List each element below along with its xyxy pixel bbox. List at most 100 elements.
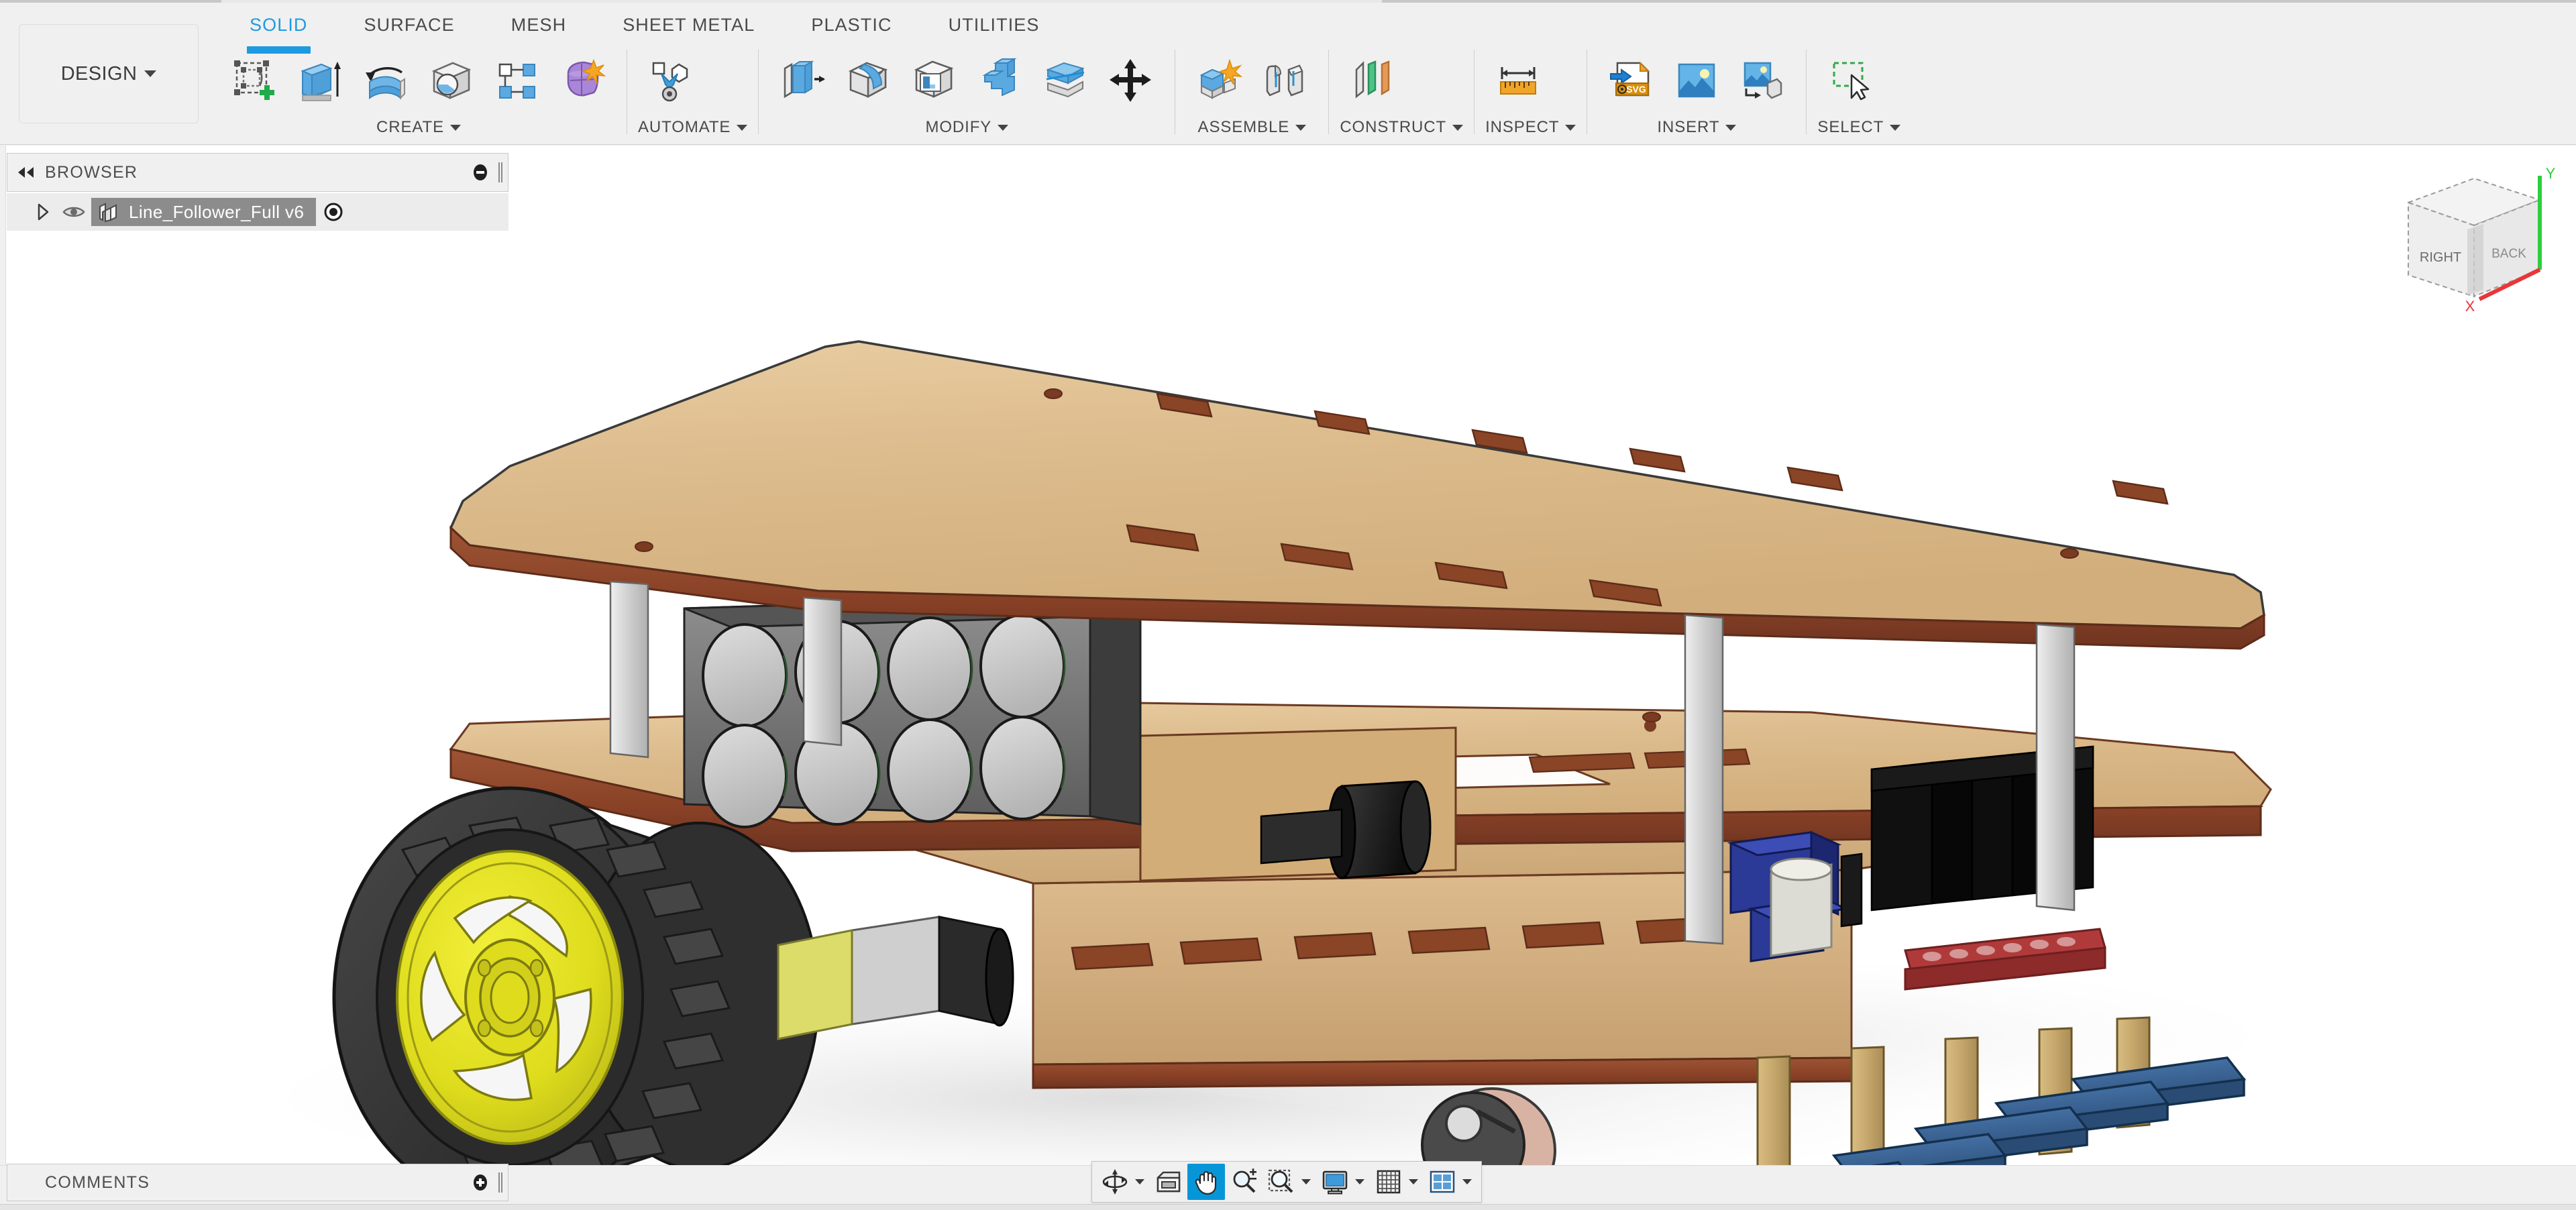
grid-snaps-icon <box>1377 1170 1401 1194</box>
create-sketch-button[interactable] <box>221 48 287 113</box>
create-form-button[interactable] <box>550 48 616 113</box>
pattern-icon <box>498 63 535 99</box>
zoom-window-button[interactable] <box>1263 1164 1300 1200</box>
revolve-icon <box>366 67 405 100</box>
decal-button[interactable] <box>1729 48 1795 113</box>
shell-icon <box>914 60 954 98</box>
automate-icon <box>652 62 688 102</box>
battery-pack <box>683 594 1142 828</box>
triangle-right-icon <box>38 203 49 221</box>
ribbon-tabs: SOLID SURFACE MESH SHEET METAL PLASTIC U… <box>221 4 1068 54</box>
toolbar-group-create: CREATE <box>221 44 616 144</box>
workspace-switcher[interactable]: DESIGN <box>19 24 199 123</box>
ribbon-toolbar: CREATE AUTOMATE MODIFY ASSEMBLE CONSTRUC… <box>221 44 1901 144</box>
modify-group-dropdown[interactable]: MODIFY <box>769 111 1164 144</box>
grid-snaps-button[interactable] <box>1370 1164 1407 1200</box>
joint-icon <box>1267 64 1303 97</box>
tree-row[interactable]: Line_Follower_Full v6 <box>7 193 508 231</box>
insert-svg-button[interactable]: SVG <box>1598 48 1664 113</box>
view-cube[interactable]: RIGHT BACK Y X <box>2395 165 2563 322</box>
display-settings-button[interactable] <box>1316 1164 1354 1200</box>
fillet-button[interactable] <box>835 48 901 113</box>
pattern-button[interactable] <box>484 48 550 113</box>
model-render <box>288 340 2272 1165</box>
zoom-window-icon <box>1268 1169 1293 1193</box>
drive-wheel-left[interactable] <box>332 786 820 1165</box>
zoom-button[interactable] <box>1225 1164 1263 1200</box>
insert-group-label: INSERT <box>1657 118 1720 136</box>
tab-solid[interactable]: SOLID <box>221 5 336 54</box>
create-form-icon <box>567 58 606 97</box>
combine-icon <box>982 58 1017 97</box>
insert-group-dropdown[interactable]: INSERT <box>1598 111 1795 144</box>
tab-sheet-metal-label: SHEET METAL <box>623 14 755 35</box>
create-group-dropdown[interactable]: CREATE <box>221 111 616 144</box>
component-node[interactable]: Line_Follower_Full v6 <box>91 198 317 226</box>
new-component-button[interactable] <box>1186 48 1252 113</box>
tab-mesh[interactable]: MESH <box>483 5 594 44</box>
automate-group-dropdown[interactable]: AUTOMATE <box>638 111 748 144</box>
display-settings-dropdown-caret[interactable] <box>1355 1179 1364 1185</box>
orbit-dropdown-caret[interactable] <box>1135 1179 1144 1185</box>
joint-button[interactable] <box>1252 48 1318 113</box>
extrude-button[interactable] <box>287 48 353 113</box>
canvas-button[interactable] <box>1664 48 1729 113</box>
orbit-icon <box>1102 1169 1128 1195</box>
look-at-button[interactable] <box>1150 1164 1187 1200</box>
tab-utilities[interactable]: UTILITIES <box>920 5 1068 44</box>
toolbar-group-modify: MODIFY <box>769 44 1164 144</box>
shell-button[interactable] <box>901 48 967 113</box>
viewports-dropdown-caret[interactable] <box>1462 1179 1472 1185</box>
radio-target-icon <box>324 203 343 221</box>
look-at-icon <box>1157 1171 1181 1193</box>
select-group-dropdown[interactable]: SELECT <box>1817 111 1901 144</box>
browser-resize-grip[interactable] <box>496 159 505 186</box>
press-pull-button[interactable] <box>769 48 835 113</box>
browser-title: BROWSER <box>45 162 138 182</box>
assemble-group-dropdown[interactable]: ASSEMBLE <box>1186 111 1318 144</box>
toolbar-group-assemble: ASSEMBLE <box>1186 44 1318 144</box>
split-face-button[interactable] <box>1032 48 1098 113</box>
chevron-down-icon <box>1890 124 1901 131</box>
offset-plane-button[interactable] <box>1340 48 1405 113</box>
expand-node-button[interactable] <box>30 199 56 225</box>
minimize-circle-icon <box>474 164 487 180</box>
move-copy-button[interactable] <box>1098 48 1164 113</box>
pan-button[interactable] <box>1187 1164 1225 1200</box>
construct-group-dropdown[interactable]: CONSTRUCT <box>1340 111 1464 144</box>
viewcube-front-label: RIGHT <box>2420 250 2461 265</box>
pan-icon <box>1195 1170 1217 1195</box>
tab-utilities-label: UTILITIES <box>948 14 1040 35</box>
measure-button[interactable] <box>1485 48 1551 113</box>
automate-button[interactable] <box>638 48 704 113</box>
viewcube-axis-x: X <box>2465 298 2475 315</box>
tab-plastic[interactable]: PLASTIC <box>783 5 920 44</box>
toolbar-group-insert: SVG INSERT <box>1598 44 1795 144</box>
inspect-group-dropdown[interactable]: INSPECT <box>1485 111 1576 144</box>
new-component-icon <box>1199 58 1243 99</box>
select-group-label: SELECT <box>1817 118 1884 136</box>
press-pull-icon <box>784 60 826 99</box>
select-button[interactable] <box>1817 48 1883 113</box>
hole-button[interactable] <box>419 48 484 113</box>
viewports-button[interactable] <box>1424 1164 1461 1200</box>
viewcube-axis-y: Y <box>2546 168 2556 182</box>
tab-surface[interactable]: SURFACE <box>336 5 483 44</box>
browser-minimize-button[interactable] <box>465 157 496 188</box>
toggle-visibility-button[interactable] <box>56 197 91 227</box>
browser-collapse-button[interactable] <box>7 166 45 179</box>
revolve-button[interactable] <box>353 48 419 113</box>
grid-snaps-dropdown-caret[interactable] <box>1409 1179 1418 1185</box>
comments-resize-grip[interactable] <box>496 1169 505 1196</box>
viewcube-side-label: BACK <box>2491 247 2526 261</box>
add-comment-button[interactable] <box>465 1167 496 1198</box>
plus-circle-icon <box>474 1174 487 1191</box>
tab-sheet-metal[interactable]: SHEET METAL <box>594 5 783 44</box>
activate-component-button[interactable] <box>316 197 351 227</box>
zoom-window-dropdown-caret[interactable] <box>1301 1179 1311 1185</box>
orbit-button[interactable] <box>1096 1164 1134 1200</box>
combine-button[interactable] <box>967 48 1032 113</box>
create-group-label: CREATE <box>376 118 444 136</box>
3d-viewport[interactable] <box>0 146 2576 1165</box>
chevron-down-icon <box>1295 124 1307 131</box>
